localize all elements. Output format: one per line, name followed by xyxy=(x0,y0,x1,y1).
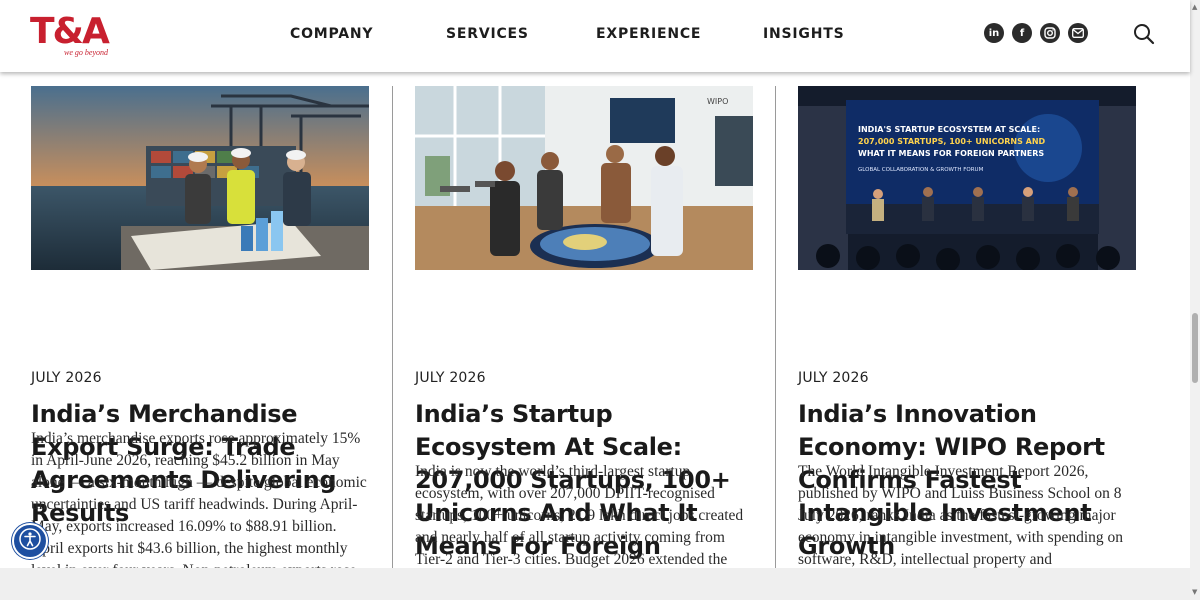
nav-experience[interactable]: EXPERIENCE xyxy=(596,26,701,42)
bottom-bar xyxy=(0,568,1190,600)
wipo-label: WIPO xyxy=(707,97,728,106)
nav-insights[interactable]: INSIGHTS xyxy=(763,26,844,42)
screen-title-line-1: INDIA'S STARTUP ECOSYSTEM AT SCALE: xyxy=(858,125,1040,134)
accessibility-button[interactable] xyxy=(12,523,48,559)
search-icon[interactable] xyxy=(1132,22,1156,46)
article-image-office[interactable]: WIPO xyxy=(415,86,753,270)
scroll-down-icon[interactable]: ▼ xyxy=(1192,588,1197,596)
column-divider xyxy=(392,86,393,576)
nav-company[interactable]: COMPANY xyxy=(290,26,373,42)
article-image-conference[interactable]: INDIA'S STARTUP ECOSYSTEM AT SCALE: 207,… xyxy=(798,86,1136,270)
facebook-icon[interactable]: f xyxy=(1012,23,1032,43)
logo-tagline: we go beyond xyxy=(64,48,108,57)
scrollbar-thumb[interactable] xyxy=(1192,313,1198,383)
article-excerpt: India is now the world’s third-largest s… xyxy=(415,463,744,568)
linkedin-icon[interactable]: in xyxy=(984,23,1004,43)
nav-services[interactable]: SERVICES xyxy=(446,26,529,42)
scroll-up-icon[interactable]: ▲ xyxy=(1192,3,1197,11)
page-scrollbar[interactable]: ▲ ▼ xyxy=(1190,0,1200,600)
article-date: JULY 2026 xyxy=(31,370,102,386)
site-header: T&A we go beyond COMPANY SERVICES EXPERI… xyxy=(0,0,1190,72)
instagram-icon[interactable] xyxy=(1040,23,1060,43)
article-excerpt: The World Intangible Investment Report 2… xyxy=(798,463,1124,568)
article-date: JULY 2026 xyxy=(415,370,486,386)
brand-logo[interactable]: T&A we go beyond xyxy=(30,12,114,60)
email-icon[interactable] xyxy=(1068,23,1088,43)
column-divider xyxy=(775,86,776,576)
accessibility-icon xyxy=(18,527,42,556)
article-date: JULY 2026 xyxy=(798,370,869,386)
article-image-port[interactable] xyxy=(31,86,369,270)
logo-wordmark: T&A xyxy=(30,11,110,52)
screen-subtitle: GLOBAL COLLABORATION & GROWTH FORUM xyxy=(858,167,984,173)
screen-title-line-2: 207,000 STARTUPS, 100+ UNICORNS AND xyxy=(858,137,1046,146)
screen-title-line-3: WHAT IT MEANS FOR FOREIGN PARTNERS xyxy=(858,149,1044,158)
